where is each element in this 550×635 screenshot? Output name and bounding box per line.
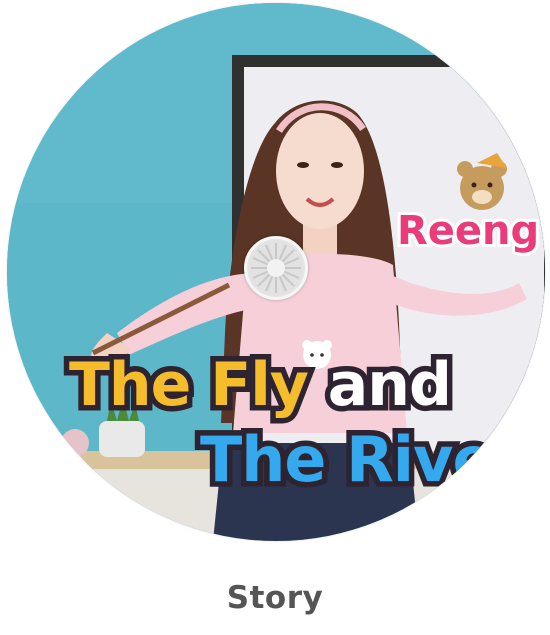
story-title-yellow: The Fly xyxy=(64,345,315,426)
brand-logo-text: Reeng xyxy=(394,205,542,257)
cd-hub-icon xyxy=(244,236,308,300)
category-label[interactable]: Story xyxy=(0,580,550,616)
story-title-line-2: The River xyxy=(194,418,529,502)
story-title-line-1: The Fly and xyxy=(64,345,458,426)
story-title-white: and xyxy=(307,345,457,426)
story-disc-thumbnail[interactable]: Reeng The Fly and The River xyxy=(7,3,545,541)
